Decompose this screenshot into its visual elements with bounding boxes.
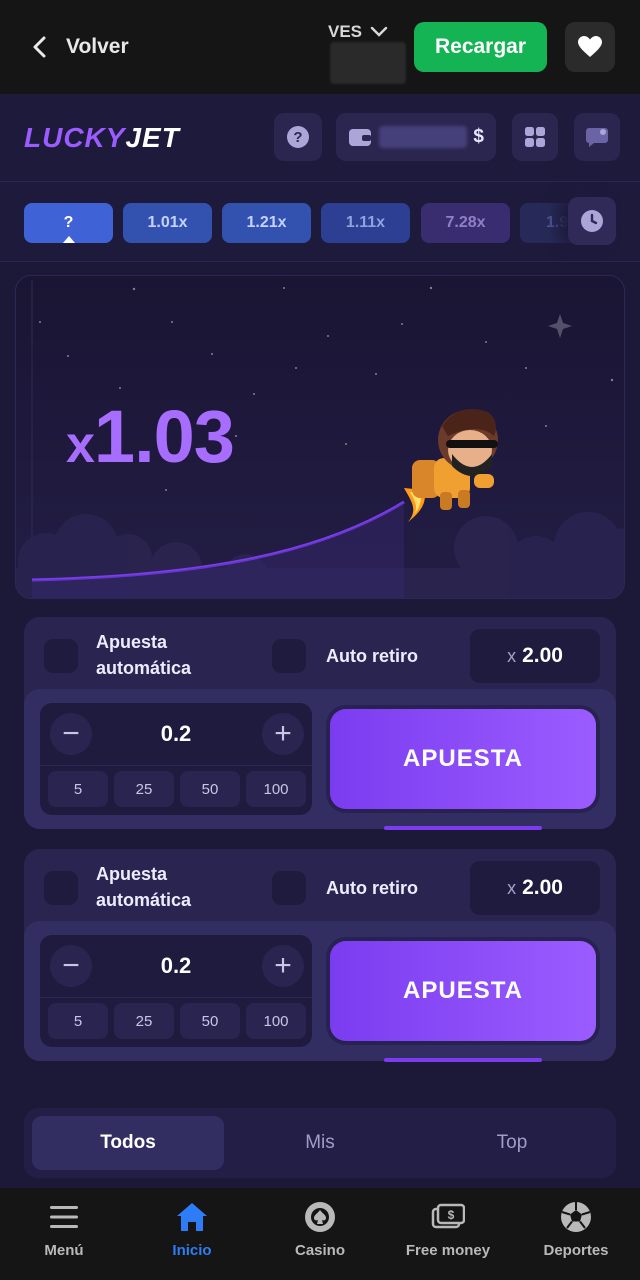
nav-casino-label: Casino — [294, 1242, 345, 1259]
heart-icon — [578, 36, 602, 57]
hidden-game-balance — [378, 126, 467, 148]
tab-mis[interactable]: Mis — [224, 1116, 416, 1170]
game-canvas: x1.03 — [15, 275, 625, 599]
history-chip[interactable]: 7.28x — [421, 203, 510, 243]
bet-button[interactable]: APUESTA — [330, 941, 596, 1041]
clock-icon — [581, 210, 603, 232]
bet-controls: − 0.2 + 5 25 50 100 APUESTA — [24, 921, 616, 1062]
auto-cashout-checkbox[interactable] — [272, 639, 306, 673]
quick-amount-button[interactable]: 5 — [48, 771, 108, 807]
auto-cashout-input[interactable]: x 2.00 — [470, 861, 600, 915]
current-round-indicator — [63, 236, 75, 243]
stake-stepper: − 0.2 + 5 25 50 100 — [40, 935, 312, 1047]
bet-button-glow — [384, 1058, 542, 1062]
stake-value[interactable]: 0.2 — [100, 945, 252, 987]
stake-stepper: − 0.2 + 5 25 50 100 — [40, 703, 312, 815]
quick-amount-button[interactable]: 50 — [180, 771, 240, 807]
bottom-nav: Menú Inicio Casino $ Free money Deportes — [0, 1188, 640, 1280]
auto-bet-checkbox[interactable] — [44, 871, 78, 905]
lucky-jet-logo: LUCKYJET — [24, 122, 180, 153]
auto-cashout-label: Auto retiro — [326, 878, 418, 898]
history-chip[interactable]: 1.21x — [222, 203, 311, 243]
quick-amount-button[interactable]: 25 — [114, 771, 174, 807]
chat-button[interactable] — [574, 113, 620, 161]
auto-cashout-input[interactable]: x 2.00 — [470, 629, 600, 683]
tab-top[interactable]: Top — [416, 1116, 608, 1170]
help-button[interactable]: ? — [274, 113, 322, 161]
auto-bet-checkbox[interactable] — [44, 639, 78, 673]
quick-amount-button[interactable]: 25 — [114, 1003, 174, 1039]
game-balance: $ — [336, 113, 496, 161]
nav-sports-label: Deportes — [543, 1242, 609, 1259]
bet-button[interactable]: APUESTA — [330, 709, 596, 809]
back-button[interactable]: Volver — [30, 30, 129, 64]
quick-amount-button[interactable]: 5 — [48, 1003, 108, 1039]
quick-amount-button[interactable]: 100 — [246, 771, 306, 807]
bet-panel-2: Apuesta automática Auto retiro x 2.00 − … — [24, 849, 616, 1062]
balance-currency: $ — [473, 126, 484, 147]
money-icon: $ — [431, 1203, 465, 1229]
nav-home-label: Inicio — [172, 1242, 212, 1259]
hidden-balance — [330, 42, 406, 84]
bet-panel-1: Apuesta automática Auto retiro x 2.00 − … — [24, 617, 616, 830]
auto-cashout-label: Auto retiro — [326, 646, 418, 666]
nav-free-money[interactable]: $ Free money — [384, 1200, 512, 1272]
top-bar: Volver VES Recargar — [0, 0, 640, 94]
quick-amount-button[interactable]: 100 — [246, 1003, 306, 1039]
jetpack-character — [404, 409, 498, 522]
home-icon — [177, 1203, 207, 1231]
soccer-ball-icon — [561, 1202, 591, 1232]
auto-bet-label: Apuesta automática — [96, 864, 192, 910]
currency-label: VES — [328, 22, 363, 41]
favorite-button[interactable] — [565, 22, 615, 72]
tab-todos[interactable]: Todos — [32, 1116, 224, 1170]
currency-selector[interactable]: VES — [328, 22, 388, 42]
nav-casino[interactable]: Casino — [256, 1200, 384, 1272]
decrease-stake-button[interactable]: − — [50, 945, 92, 987]
history-button[interactable] — [568, 197, 616, 245]
grid-icon — [525, 127, 545, 147]
chevron-left-icon — [33, 36, 46, 58]
nav-menu-label: Menú — [44, 1242, 84, 1259]
current-multiplier: x1.03 — [66, 395, 235, 478]
nav-sports[interactable]: Deportes — [512, 1200, 640, 1272]
nav-menu[interactable]: Menú — [0, 1200, 128, 1272]
menu-grid-button[interactable] — [512, 113, 558, 161]
bets-tabs: Todos Mis Top — [24, 1108, 616, 1178]
auto-bet-label: Apuesta automática — [96, 632, 192, 678]
svg-text:?: ? — [293, 129, 302, 146]
stake-value[interactable]: 0.2 — [100, 713, 252, 755]
back-label: Volver — [66, 35, 129, 58]
question-icon: ? — [287, 126, 309, 148]
decrease-stake-button[interactable]: − — [50, 713, 92, 755]
nav-home[interactable]: Inicio — [128, 1200, 256, 1272]
increase-stake-button[interactable]: + — [262, 713, 304, 755]
nav-free-money-label: Free money — [405, 1242, 491, 1259]
divider — [40, 765, 312, 766]
quick-amount-button[interactable]: 50 — [180, 1003, 240, 1039]
casino-chip-icon — [305, 1202, 335, 1232]
multiplier-history: ? 1.01x 1.21x 1.11x 7.28x 1.9 — [0, 182, 640, 262]
menu-icon — [50, 1206, 78, 1228]
auto-cashout-checkbox[interactable] — [272, 871, 306, 905]
history-chip[interactable]: 1.01x — [123, 203, 212, 243]
bet-controls: − 0.2 + 5 25 50 100 APUESTA — [24, 689, 616, 830]
recharge-button[interactable]: Recargar — [414, 22, 547, 72]
game-header: LUCKYJET ? $ — [0, 94, 640, 182]
chevron-down-icon — [370, 26, 388, 37]
bet-button-glow — [384, 826, 542, 830]
sparkle-icon — [548, 314, 572, 338]
history-chip[interactable]: 1.11x — [321, 203, 410, 243]
wallet-icon — [349, 129, 371, 146]
svg-text:$: $ — [448, 1208, 455, 1222]
chat-icon — [586, 128, 608, 147]
increase-stake-button[interactable]: + — [262, 945, 304, 987]
divider — [40, 997, 312, 998]
